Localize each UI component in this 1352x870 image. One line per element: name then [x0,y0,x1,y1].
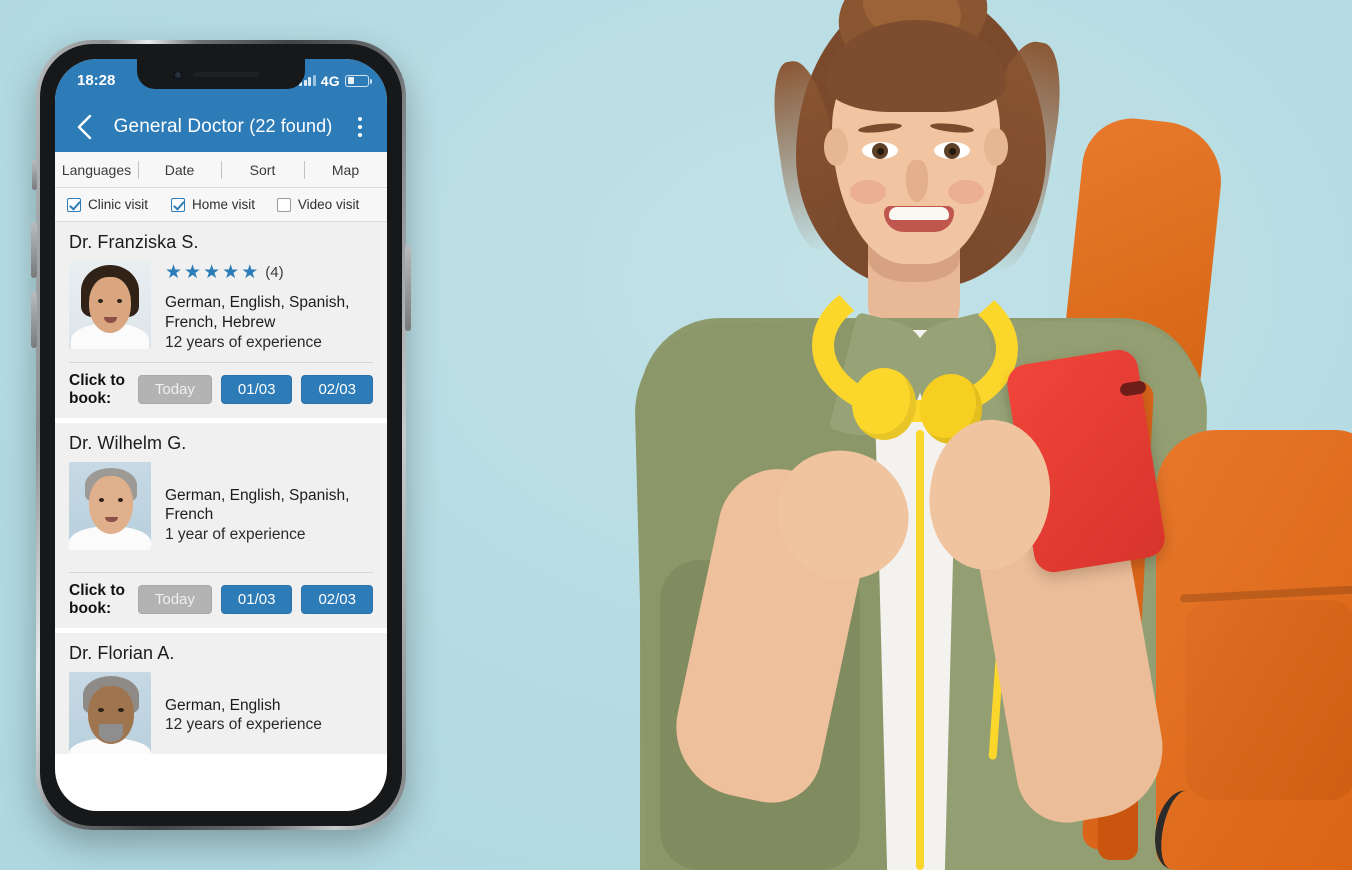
booking-label: Click to book: [69,371,125,407]
status-bar-indicators: 4G [299,72,372,89]
slot-today: Today [137,585,212,615]
doctor-card-body: German, English 12 years of experience [69,671,373,754]
filter-tab-bar: Languages Date Sort Map [55,152,387,188]
power-button[interactable] [405,245,411,331]
kebab-menu-icon[interactable] [347,112,373,142]
star-icon: ★ [222,262,240,283]
booking-row: Click to book: Today 01/03 02/03 [69,361,373,418]
cheek-right [948,180,984,204]
doctor-card-body: ★ ★ ★ ★ ★ (4) German, English, Spanish, … [69,261,373,352]
doctor-languages: German, English, Spanish, French [165,486,350,524]
checkbox-home-visit-label: Home visit [191,197,255,212]
tab-map[interactable]: Map [304,162,387,178]
doctor-name: Dr. Florian A. [69,642,175,663]
doctor-experience: 12 years of experience [165,716,322,734]
slot-0203[interactable]: 02/03 [301,375,373,405]
checkbox-home-visit-box[interactable] [170,197,185,212]
doctor-details: German, English 12 years of experience [165,672,373,754]
doctor-card-body: German, English, Spanish, French 1 year … [69,461,373,550]
nose [906,160,928,202]
cheek-left [850,180,886,204]
headphone-earcup-left [852,368,916,440]
checkbox-video-visit-label: Video visit [297,197,360,212]
teeth [889,207,949,220]
visit-type-filters: Clinic visit Home visit Video visit [55,188,387,222]
doctor-card[interactable]: Dr. Florian A. German, English 12 years … [55,632,387,754]
phone-screen: 18:28 4G General Doctor (22 found) Langu… [55,59,387,811]
checkbox-clinic-visit-label: Clinic visit [88,197,149,212]
rating-count: (4) [265,264,284,281]
avatar [69,671,151,754]
tab-sort[interactable]: Sort [221,162,304,178]
booking-row: Click to book: Today 01/03 02/03 [69,571,373,628]
star-icon: ★ [203,262,221,283]
hero-photo-woman-with-phone [600,0,1352,870]
doctor-experience: 1 year of experience [165,526,306,544]
headphone-cable [916,430,924,870]
checkbox-video-visit-box[interactable] [276,197,291,212]
star-icon: ★ [184,262,202,283]
phone-notch [137,59,305,89]
doctor-details: ★ ★ ★ ★ ★ (4) German, English, Spanish, … [165,261,373,352]
doctor-details: German, English, Spanish, French 1 year … [165,462,373,550]
rating: ★ ★ ★ ★ ★ (4) [165,263,373,282]
doctor-name: Dr. Franziska S. [69,232,199,252]
doctor-card[interactable]: Dr. Franziska S. ★ ★ ★ ★ ★ (4) German, E… [55,222,387,418]
mute-switch[interactable] [32,160,37,190]
slot-today: Today [137,375,212,405]
front-camera-icon [173,70,183,80]
pupil-right [949,148,956,155]
slot-0203[interactable]: 02/03 [301,585,373,615]
ear-left [824,128,848,166]
phone-mockup: 18:28 4G General Doctor (22 found) Langu… [31,40,411,830]
doctor-languages: German, English [165,696,281,714]
booking-label: Click to book: [69,581,125,617]
backpack-pocket [1186,600,1352,800]
doctor-experience: 12 years of experience [165,333,322,351]
slot-0103[interactable]: 01/03 [220,585,293,615]
phone-body: 18:28 4G General Doctor (22 found) Langu… [40,44,402,826]
doctor-languages: German, English, Spanish, French, Hebrew [165,294,350,331]
status-bar-time: 18:28 [77,72,116,89]
page-title-text: General Doctor [113,116,244,137]
doctor-card[interactable]: Dr. Wilhelm G. German, English, Spanish,… [55,422,387,628]
star-icon: ★ [165,262,183,283]
checkbox-clinic-visit[interactable]: Clinic visit [67,197,171,212]
back-icon[interactable] [69,112,99,142]
checkbox-home-visit[interactable]: Home visit [170,197,277,212]
battery-icon [345,74,372,87]
results-count: (22 found) [249,116,333,136]
doctor-name: Dr. Wilhelm G. [69,432,187,453]
pupil-left [877,148,884,155]
avatar [69,261,151,349]
page-title: General Doctor (22 found) [109,116,337,138]
star-icon: ★ [241,262,259,283]
app-bar: General Doctor (22 found) [55,102,387,152]
checkbox-video-visit[interactable]: Video visit [276,197,375,212]
volume-up-button[interactable] [31,222,37,278]
network-label: 4G [320,72,340,89]
volume-down-button[interactable] [31,292,37,348]
slot-0103[interactable]: 01/03 [220,375,293,405]
ear-right [984,128,1008,166]
checkbox-clinic-visit-box[interactable] [67,197,81,212]
tab-languages[interactable]: Languages [55,162,138,178]
avatar [69,461,151,550]
tab-date[interactable]: Date [138,162,221,178]
doctor-list[interactable]: Dr. Franziska S. ★ ★ ★ ★ ★ (4) German, E… [55,222,387,754]
earpiece-speaker [193,72,259,77]
